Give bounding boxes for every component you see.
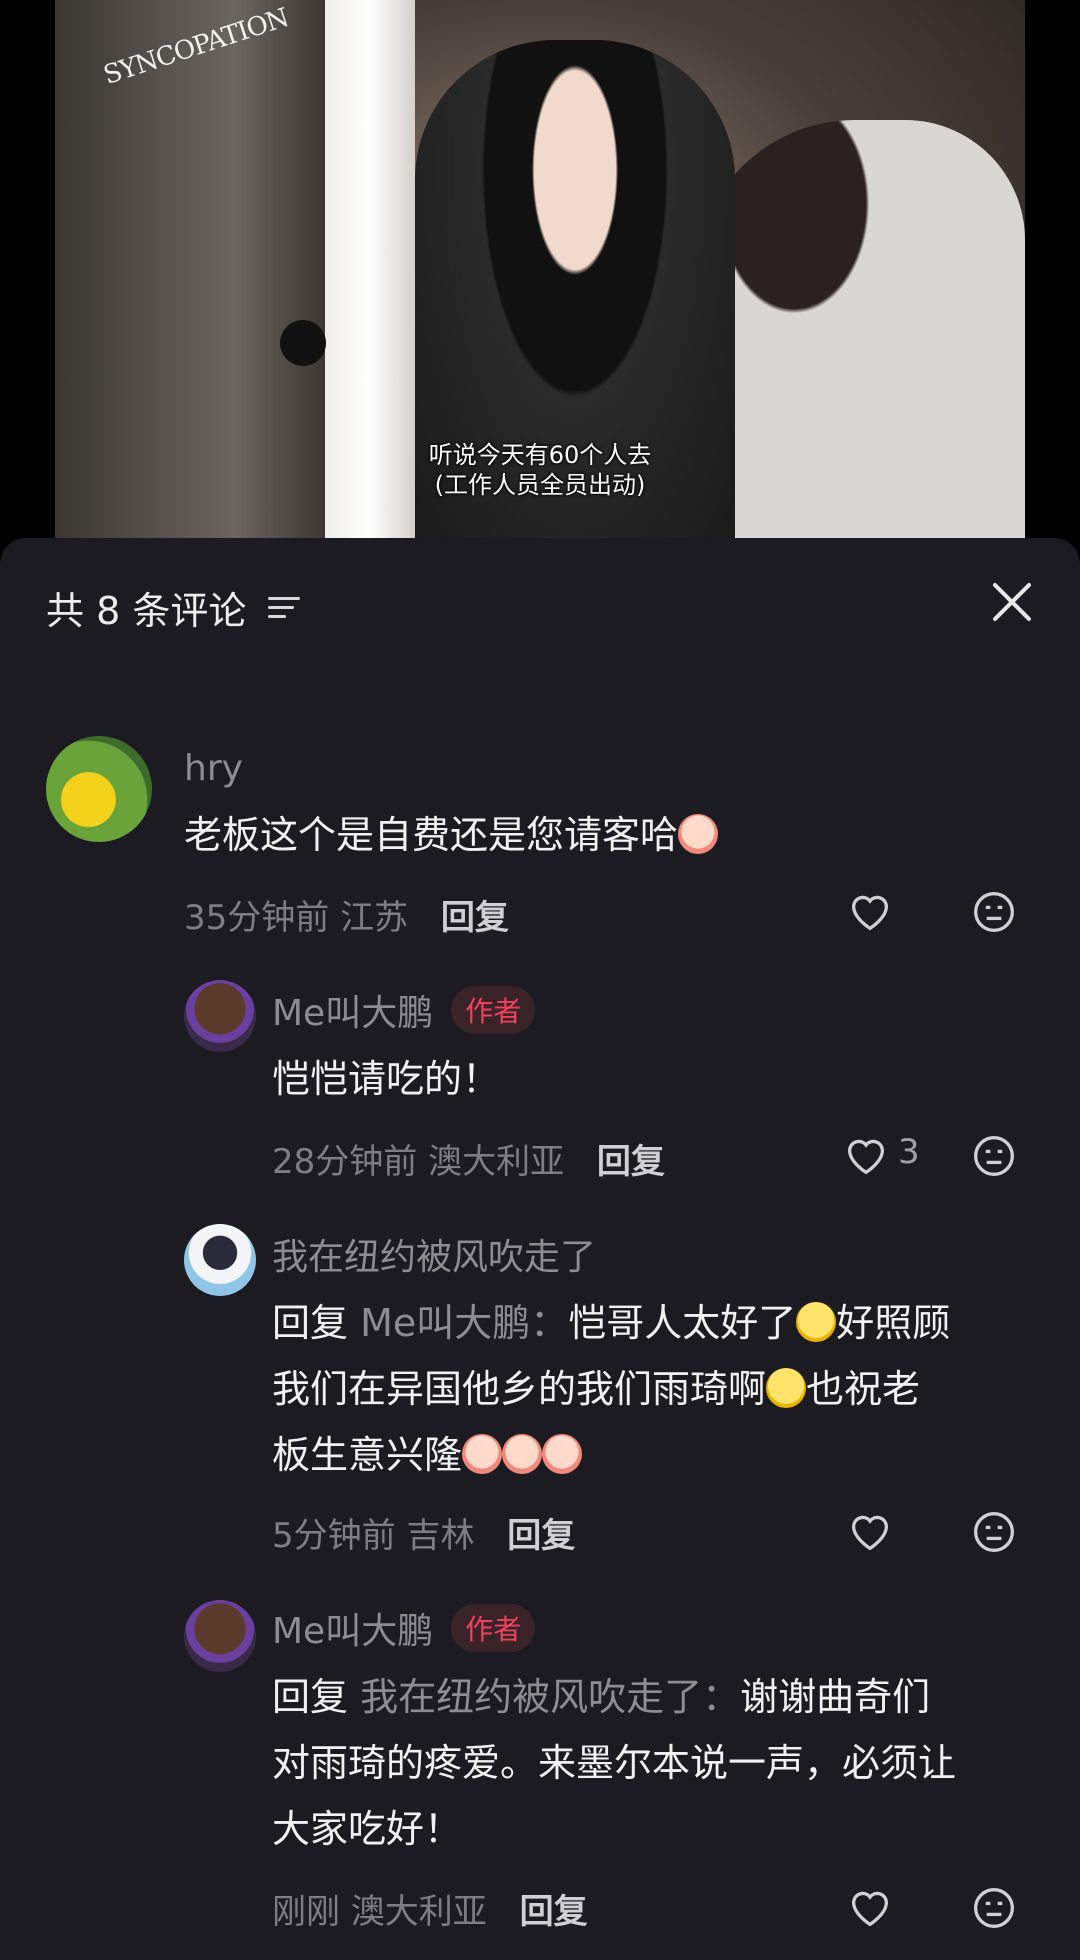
- comment-time: 刚刚: [272, 1892, 340, 1932]
- comments-count-title: 共 8 条评论: [46, 589, 247, 633]
- filter-icon[interactable]: [268, 595, 301, 621]
- comment-text: 回复 Me叫大鹏：恺哥人太好了 好照顾 我们在异国他乡的我们雨琦啊 也祝老 板生意兴…: [272, 1290, 1052, 1488]
- comment-meta: 35分钟前 江苏 回复: [184, 890, 509, 939]
- comment-time: 35分钟前: [184, 898, 330, 938]
- dislike-face-icon[interactable]: [972, 1886, 1016, 1930]
- dislike-face-icon[interactable]: [972, 1134, 1016, 1178]
- reply-prefix: 回复: [272, 1301, 349, 1345]
- reply-target-user[interactable]: 我在纽约被风吹走了：: [360, 1675, 740, 1719]
- peach-face-emoji-icon: [678, 814, 719, 854]
- reply-button[interactable]: 回复: [441, 898, 509, 938]
- comment-location: 江苏: [340, 898, 409, 938]
- avatar[interactable]: [184, 1600, 256, 1672]
- comment-text-body: 我们在异国他乡的我们雨琦啊: [272, 1367, 767, 1411]
- comment-text-body: 板生意兴隆: [272, 1433, 463, 1477]
- comment-text: 回复 我在纽约被风吹走了：谢谢曲奇们 对雨琦的疼爱。来墨尔本说一声，必须让 大家…: [272, 1664, 1052, 1862]
- heart-icon[interactable]: [848, 1512, 892, 1552]
- video-subtitle: 听说今天有60个人去 (工作人员全员出动): [0, 440, 1080, 500]
- pleading-face-emoji-icon: [796, 1302, 837, 1342]
- comments-header: 共 8 条评论: [46, 580, 301, 635]
- comment-meta: 28分钟前 澳大利亚 回复: [272, 1134, 665, 1183]
- reply-target-user[interactable]: Me叫大鹏：: [360, 1301, 568, 1345]
- comment-location: 澳大利亚: [428, 1142, 565, 1182]
- comment-text-body: 谢谢曲奇们: [740, 1675, 931, 1719]
- dislike-face-icon[interactable]: [972, 890, 1016, 934]
- comment-username-text: Me叫大鹏: [272, 1611, 434, 1652]
- comments-panel: 共 8 条评论 hry 老板这个是自费还是您请客哈 35分钟前 江苏 回复 Me…: [0, 538, 1080, 1960]
- comment-meta: 刚刚 澳大利亚 回复: [272, 1884, 588, 1933]
- comment-text: 老板这个是自费还是您请客哈: [184, 802, 719, 868]
- avatar[interactable]: [184, 1224, 256, 1296]
- comment-text: 恺恺请吃的！: [272, 1057, 501, 1101]
- comment-time: 5分钟前: [272, 1516, 396, 1556]
- reply-prefix: 回复: [272, 1675, 349, 1719]
- avatar[interactable]: [184, 980, 256, 1052]
- reply-button[interactable]: 回复: [507, 1516, 575, 1556]
- video-prop-dot: [280, 320, 326, 366]
- peach-face-emoji-icon: [502, 1434, 543, 1474]
- peach-face-emoji-icon: [462, 1434, 503, 1474]
- avatar[interactable]: [46, 736, 152, 842]
- peach-face-emoji-icon: [542, 1434, 583, 1474]
- comment-meta: 5分钟前 吉林 回复: [272, 1508, 575, 1557]
- comment-username[interactable]: Me叫大鹏 作者: [272, 984, 536, 1036]
- heart-icon[interactable]: [848, 892, 892, 932]
- video-subtitle-line1: 听说今天有60个人去: [428, 441, 652, 469]
- comment-text-body: 大家吃好！: [272, 1807, 463, 1851]
- pleading-face-emoji-icon: [766, 1368, 807, 1408]
- heart-icon[interactable]: [844, 1136, 888, 1176]
- comment-text-body: 好照顾: [836, 1301, 951, 1345]
- comment-text-body: 也祝老: [806, 1367, 921, 1411]
- reply-button[interactable]: 回复: [520, 1892, 588, 1932]
- comment-username-text: Me叫大鹏: [272, 993, 434, 1034]
- comment-time: 28分钟前: [272, 1142, 418, 1182]
- comment-username[interactable]: hry: [184, 748, 243, 789]
- like-count: 3: [898, 1132, 920, 1172]
- comment-location: 吉林: [406, 1516, 475, 1556]
- comment-text-body: 对雨琦的疼爱。来墨尔本说一声，必须让: [272, 1741, 957, 1785]
- reply-button[interactable]: 回复: [597, 1142, 665, 1182]
- heart-icon[interactable]: [848, 1888, 892, 1928]
- close-icon[interactable]: [988, 578, 1036, 626]
- video-subtitle-line2: (工作人员全员出动): [434, 471, 646, 499]
- author-badge: 作者: [451, 1604, 536, 1652]
- comment-username[interactable]: Me叫大鹏 作者: [272, 1602, 536, 1654]
- dislike-face-icon[interactable]: [972, 1510, 1016, 1554]
- comment-text-body: 老板这个是自费还是您请客哈: [184, 813, 679, 857]
- comment-location: 澳大利亚: [350, 1892, 487, 1932]
- comment-text-body: 恺哥人太好了: [568, 1301, 797, 1345]
- author-badge: 作者: [451, 986, 536, 1034]
- comment-username[interactable]: 我在纽约被风吹走了: [272, 1228, 596, 1280]
